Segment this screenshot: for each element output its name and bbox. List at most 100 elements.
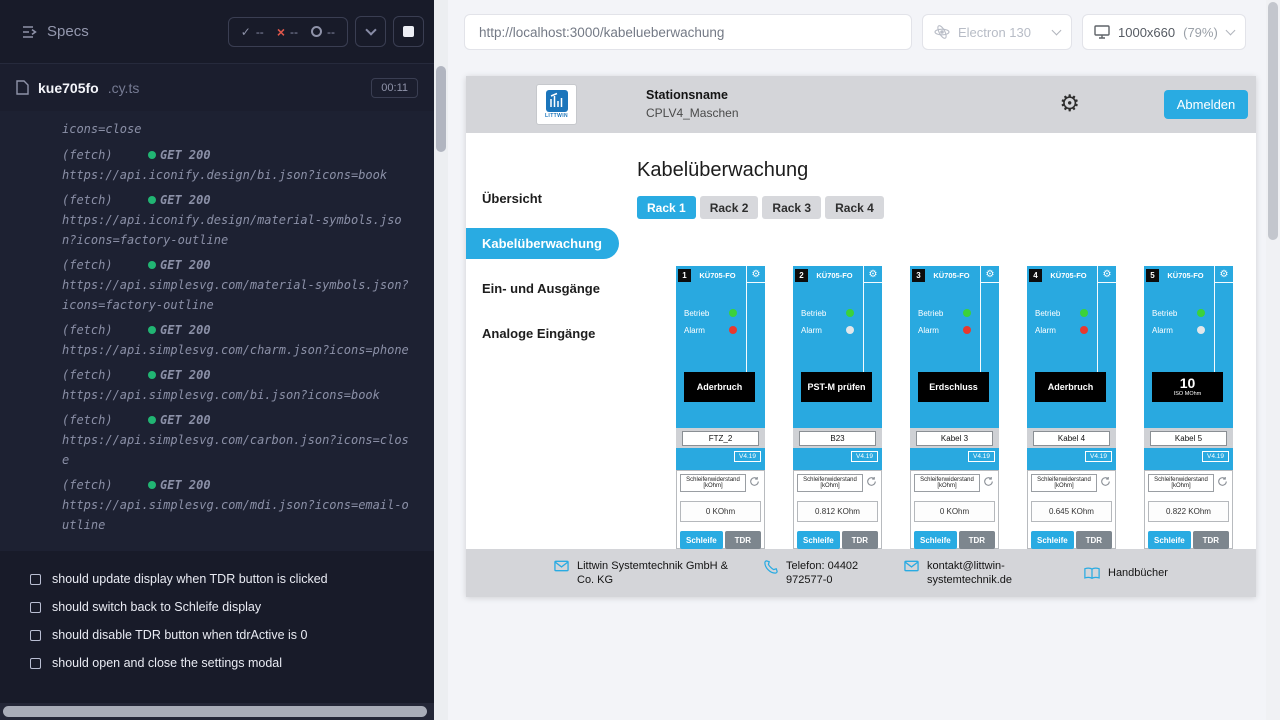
failed-count: -- <box>290 25 298 39</box>
test-box-icon <box>30 574 41 585</box>
log-entry[interactable]: (fetch)GET 200 https://api.iconify.desig… <box>62 145 424 185</box>
tdr-button[interactable]: TDR <box>842 531 878 549</box>
company-name: Littwin Systemtechnik GmbH & Co. KG <box>577 559 735 587</box>
device-card-4: 4KÜ705-FO ⚙ Betrieb Alarm Aderbruch Kabe… <box>1027 266 1116 549</box>
log-wrapped-line[interactable]: icons=close <box>62 119 424 139</box>
sidebar-item-kabelueberwachung[interactable]: Kabelüberwachung <box>466 228 619 259</box>
log-entry[interactable]: (fetch)GET 200 https://api.simplesvg.com… <box>62 255 424 315</box>
footer-manuals-link[interactable]: Handbücher <box>1084 566 1168 580</box>
viewport-selector[interactable]: 1000x660 (79%) <box>1082 14 1246 50</box>
littwin-logo: LITTWIN <box>536 84 577 125</box>
test-item[interactable]: should disable TDR button when tdrActive… <box>30 621 428 649</box>
log-entry[interactable]: (fetch)GET 200 https://api.simplesvg.com… <box>62 320 424 360</box>
test-item[interactable]: should open and close the settings modal <box>30 649 428 677</box>
page-title: Kabelüberwachung <box>637 159 1256 182</box>
name-strip: B23 <box>793 428 882 448</box>
alarm-label: Alarm <box>1152 326 1173 335</box>
measurement-value: 0.645 KOhm <box>1031 501 1112 522</box>
footer-phone[interactable]: Telefon: 04402 972577-0 <box>764 559 904 587</box>
cable-name-field[interactable]: Kabel 4 <box>1033 431 1110 446</box>
cable-name-field[interactable]: FTZ_2 <box>682 431 759 446</box>
footer-email[interactable]: kontakt@littwin-systemtechnik.de <box>904 559 1084 587</box>
collapse-chevron-button[interactable] <box>355 16 386 47</box>
tdr-button[interactable]: TDR <box>959 531 995 549</box>
horizontal-scrollbar[interactable] <box>0 703 434 720</box>
reporter-vertical-scrollbar[interactable] <box>434 0 448 720</box>
card-settings-icon[interactable]: ⚙ <box>1098 266 1116 283</box>
log-entry[interactable]: (fetch)GET 200 https://api.simplesvg.com… <box>62 410 424 470</box>
measurement-value: 0 KOhm <box>914 501 995 522</box>
spec-name: kue705fo <box>38 80 99 96</box>
cable-name-field[interactable]: B23 <box>799 431 876 446</box>
status-display: Aderbruch <box>1035 372 1106 402</box>
schleife-button[interactable]: Schleife <box>1148 531 1191 549</box>
pending-circle-icon <box>311 26 322 37</box>
card-settings-icon[interactable]: ⚙ <box>864 266 882 283</box>
log-entry[interactable]: (fetch)GET 200 https://api.simplesvg.com… <box>62 475 424 535</box>
schleife-button[interactable]: Schleife <box>1031 531 1074 549</box>
tdr-button[interactable]: TDR <box>1193 531 1229 549</box>
tab-rack-2[interactable]: Rack 2 <box>700 196 759 219</box>
passed-check-icon: ✓ <box>241 25 251 39</box>
fetch-label: (fetch) <box>62 475 148 495</box>
scrollbar-thumb[interactable] <box>1268 2 1278 240</box>
page-vertical-scrollbar[interactable] <box>1266 0 1280 720</box>
card-settings-icon[interactable]: ⚙ <box>1215 266 1233 283</box>
http-status: GET 200 <box>160 148 211 162</box>
station-name: CPLV4_Maschen <box>646 106 739 120</box>
tab-rack-4[interactable]: Rack 4 <box>825 196 884 219</box>
http-status: GET 200 <box>160 413 211 427</box>
tab-rack-3[interactable]: Rack 3 <box>762 196 821 219</box>
firmware-version: V4.19 <box>1085 451 1112 462</box>
mail-icon <box>904 560 919 572</box>
tdr-button[interactable]: TDR <box>725 531 761 549</box>
rack-tabs: Rack 1 Rack 2 Rack 3 Rack 4 <box>637 196 1256 219</box>
tdr-button[interactable]: TDR <box>1076 531 1112 549</box>
passed-stat: ✓-- <box>241 25 264 39</box>
monitor-icon <box>1094 25 1110 39</box>
log-entry[interactable]: (fetch)GET 200 https://api.iconify.desig… <box>62 190 424 250</box>
fetch-label: (fetch) <box>62 190 148 210</box>
sidebar-item-uebersicht[interactable]: Übersicht <box>466 183 630 214</box>
tab-rack-1[interactable]: Rack 1 <box>637 196 696 219</box>
failed-cross-icon: × <box>277 27 285 37</box>
schleife-button[interactable]: Schleife <box>680 531 723 549</box>
logo-text: LITTWIN <box>545 113 568 119</box>
refresh-icon[interactable] <box>1099 474 1112 492</box>
card-side-column: ⚙ <box>1214 266 1233 372</box>
browser-selector[interactable]: Electron 130 <box>922 14 1072 50</box>
test-item[interactable]: should update display when TDR button is… <box>30 565 428 593</box>
sidebar-item-analoge-eingaenge[interactable]: Analoge Eingänge <box>466 318 630 349</box>
specs-label: Specs <box>47 23 89 40</box>
schleife-button[interactable]: Schleife <box>914 531 957 549</box>
refresh-icon[interactable] <box>865 474 878 492</box>
refresh-icon[interactable] <box>748 474 761 492</box>
stop-run-button[interactable] <box>393 16 424 47</box>
spec-file-row[interactable]: kue705fo .cy.ts 00:11 <box>0 64 434 111</box>
device-card-2: 2KÜ705-FO ⚙ Betrieb Alarm PST-M prüfen B… <box>793 266 882 549</box>
specs-button[interactable]: Specs <box>16 22 95 41</box>
cable-name-field[interactable]: Kabel 5 <box>1150 431 1227 446</box>
firmware-version: V4.19 <box>1202 451 1229 462</box>
card-settings-icon[interactable]: ⚙ <box>981 266 999 283</box>
card-settings-icon[interactable]: ⚙ <box>747 266 765 283</box>
scrollbar-thumb[interactable] <box>3 706 427 717</box>
url-input[interactable] <box>477 24 899 41</box>
sidebar-item-ein-und-ausgaenge[interactable]: Ein- und Ausgänge <box>466 273 630 304</box>
cable-name-field[interactable]: Kabel 3 <box>916 431 993 446</box>
test-item[interactable]: should switch back to Schleife display <box>30 593 428 621</box>
schleife-button[interactable]: Schleife <box>797 531 840 549</box>
measurement-panel: Schleifenwiderstand [kOhm] 0.812 KOhm Sc… <box>793 470 882 549</box>
logout-button[interactable]: Abmelden <box>1164 90 1248 119</box>
refresh-icon[interactable] <box>1216 474 1229 492</box>
settings-gear-icon[interactable]: ⚙ <box>1059 90 1080 116</box>
stop-icon <box>403 26 414 37</box>
measurement-value: 0 KOhm <box>680 501 761 522</box>
log-entry[interactable]: (fetch)GET 200 https://api.simplesvg.com… <box>62 365 424 405</box>
device-card-5: 5KÜ705-FO ⚙ Betrieb Alarm 10 ISO MOhm Ka… <box>1144 266 1233 549</box>
card-side-column: ⚙ <box>980 266 999 372</box>
scrollbar-thumb[interactable] <box>436 66 446 152</box>
refresh-icon[interactable] <box>982 474 995 492</box>
station-info: Stationsname CPLV4_Maschen <box>646 88 739 120</box>
measurement-label: Schleifenwiderstand [kOhm] <box>1031 474 1097 492</box>
